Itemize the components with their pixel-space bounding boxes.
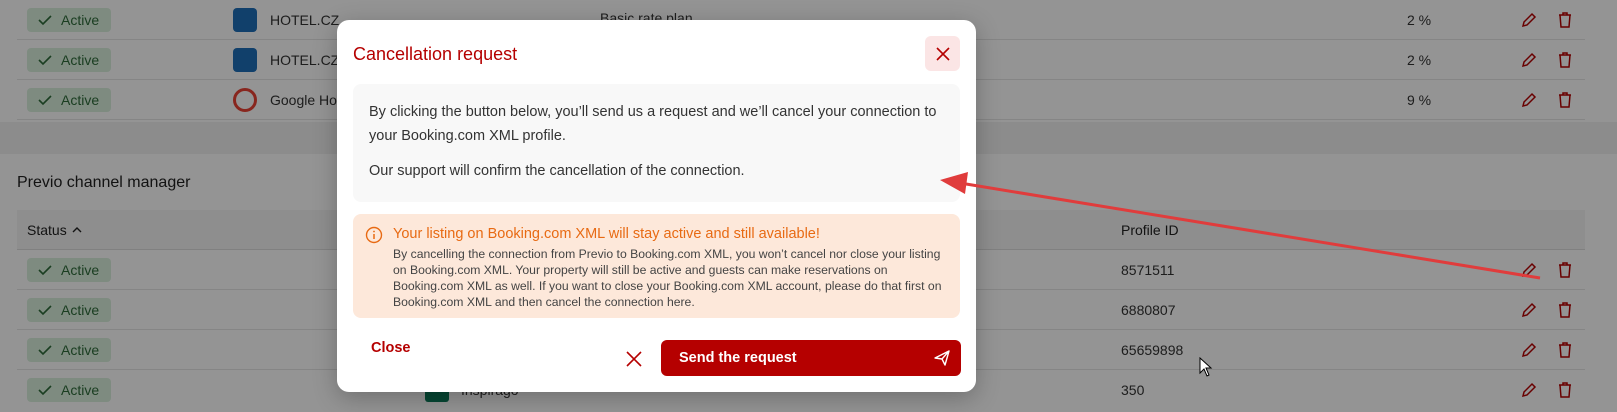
warning-box: Your listing on Booking.com XML will sta… [353, 214, 960, 318]
mouse-cursor-icon [1199, 357, 1213, 377]
warning-text: By cancelling the connection from Previo… [393, 247, 942, 309]
cancellation-dialog: Cancellation request By clicking the but… [337, 20, 976, 392]
close-icon [935, 46, 950, 61]
dialog-title: Cancellation request [353, 44, 518, 64]
paper-plane-icon [934, 350, 950, 366]
info-paragraph: Our support will confirm the cancellatio… [369, 163, 745, 179]
info-paragraph: By clicking the button below, you’ll sen… [369, 104, 937, 144]
close-icon[interactable] [624, 349, 644, 369]
close-button[interactable]: Close [371, 340, 411, 356]
info-box: By clicking the button below, you’ll sen… [353, 84, 960, 202]
dialog-close-button[interactable] [925, 36, 960, 71]
send-request-button[interactable]: Send the request [661, 340, 961, 376]
warning-title: Your listing on Booking.com XML will sta… [393, 226, 820, 242]
info-circle-icon [365, 226, 383, 244]
send-request-label: Send the request [679, 350, 797, 366]
